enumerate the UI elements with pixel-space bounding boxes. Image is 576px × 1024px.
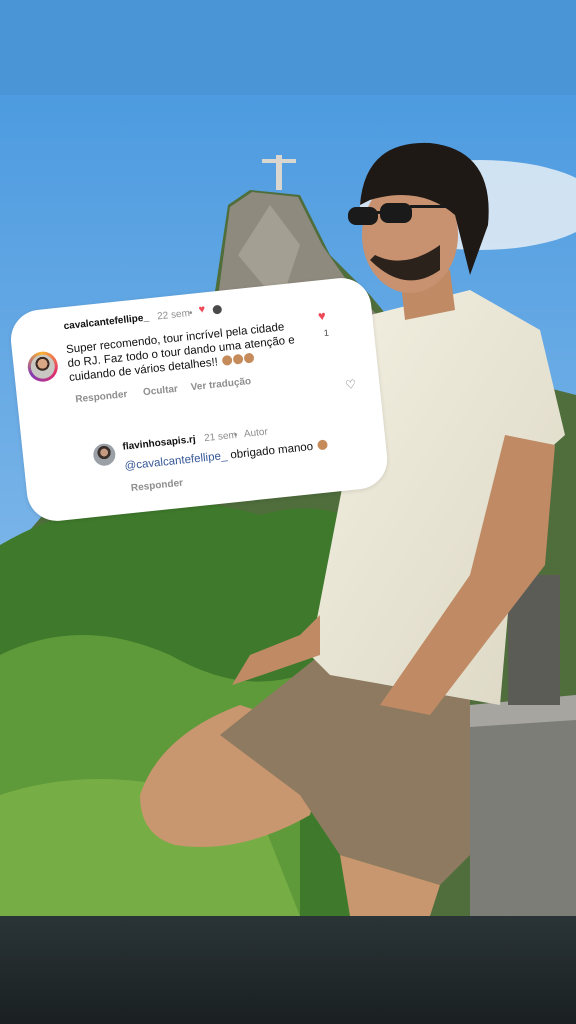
clap-emoji-icon [316,439,328,451]
author-mini-avatar [212,304,223,315]
like-count: 1 [323,327,330,339]
comment-separator: • [188,307,194,320]
commenter-avatar[interactable] [26,350,60,384]
author-liked-heart-icon: ♥ [198,303,206,317]
comment-username[interactable]: cavalcantefellipe_ [63,312,149,332]
reply-username[interactable]: flavinhosapis.rj [122,434,196,453]
reply-separator: • [233,429,239,442]
reply-reply-button[interactable]: Responder [130,478,183,494]
reply-button[interactable]: Responder [75,389,128,405]
reply-like-heart-outline-icon[interactable]: ♡ [345,377,357,392]
reply-mention[interactable]: @cavalcantefellipe_ [124,450,228,473]
comment-sticker[interactable]: cavalcantefellipe_ 22 sem • ♥ Super reco… [8,275,391,524]
clap-emoji-icon [221,354,233,366]
story-top-band [0,0,576,95]
like-heart-icon[interactable]: ♥ [317,308,326,324]
story-bottom-band [0,916,576,1024]
comment-time: 22 sem [156,308,191,323]
see-translation-button[interactable]: Ver tradução [190,376,251,393]
reply-avatar[interactable] [92,442,117,467]
author-badge: Autor [243,426,269,440]
reply-time: 21 sem [203,429,238,445]
clap-emoji-icon [243,352,255,364]
hide-button[interactable]: Ocultar [143,384,179,399]
clap-emoji-icon [232,353,244,365]
